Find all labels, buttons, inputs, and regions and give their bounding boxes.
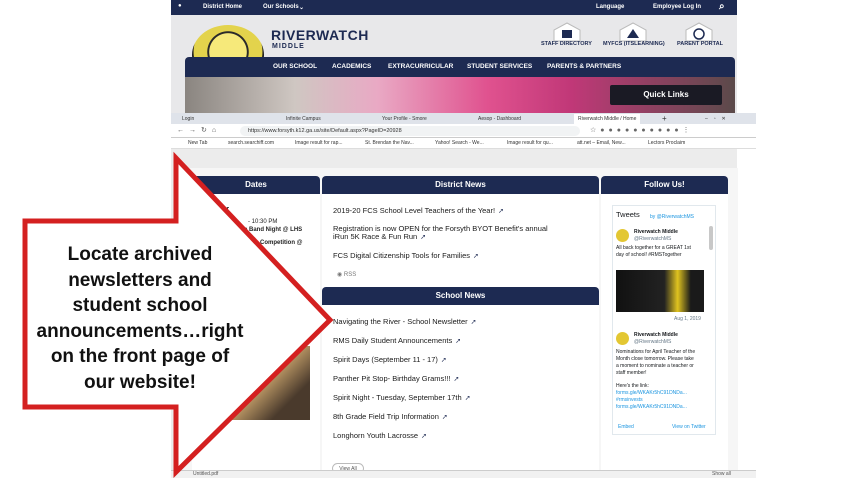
callout-line: newsletters and [68,269,212,291]
callout-line: student school [72,295,208,316]
callout-line: announcements…right [36,320,244,342]
callout-line: Locate archived [67,244,213,265]
callout-line: on the front page of [50,346,230,367]
screenshot-stage: ● District Home Our Schools ⌄ Language E… [0,0,850,478]
callout-arrow-shape [22,151,334,478]
callout-text: Locate archived newsletters and student … [30,242,250,395]
callout-line: our website! [84,371,196,393]
